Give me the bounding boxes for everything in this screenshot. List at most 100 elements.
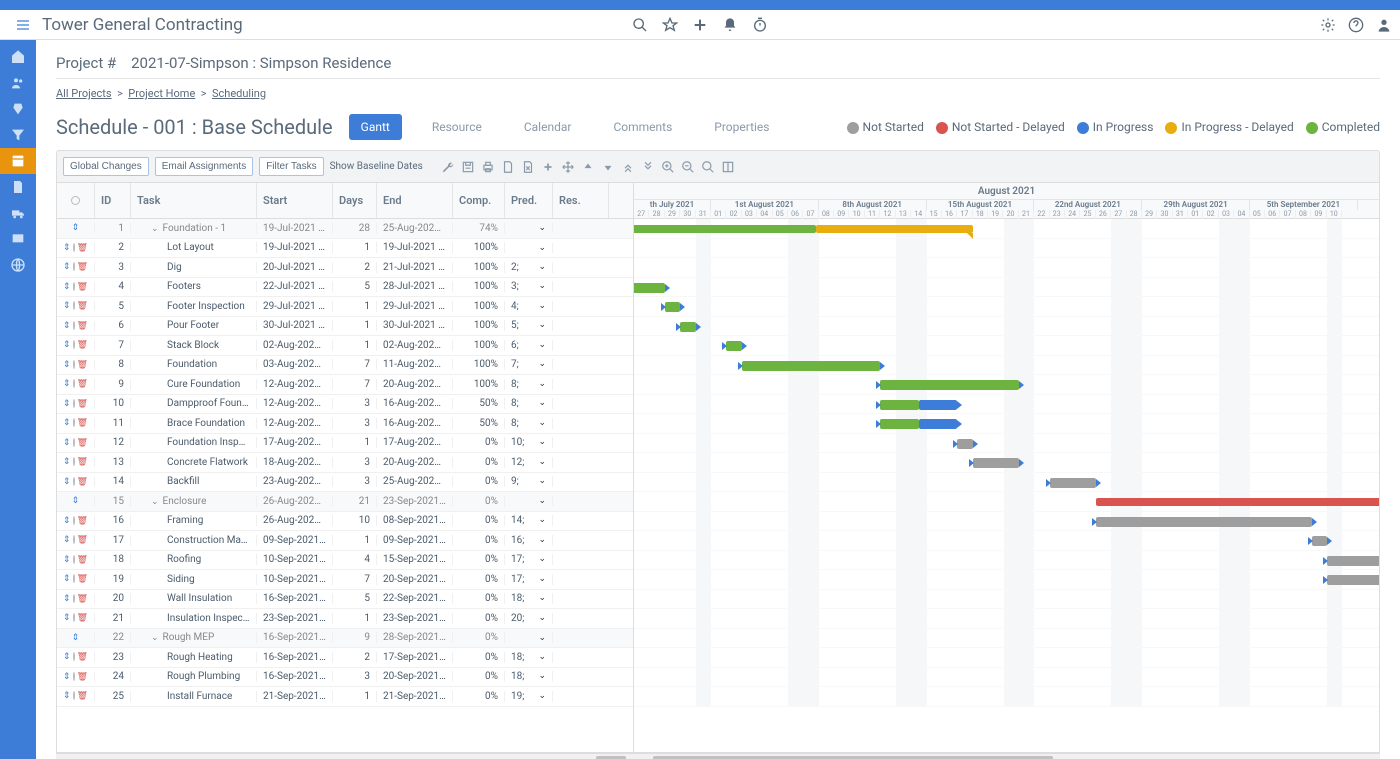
- cell-pred[interactable]: ⌄: [505, 496, 553, 506]
- menu-toggle-button[interactable]: [8, 10, 38, 40]
- chevron-down-icon[interactable]: ⌄: [538, 398, 546, 408]
- task-row[interactable]: ⇕🗑10Dampproof Foundation12-Aug-2021 📅316…: [57, 395, 633, 415]
- cell-comp[interactable]: 100%: [453, 320, 505, 331]
- zoom-in-icon[interactable]: [661, 160, 675, 174]
- calendar-icon[interactable]: 📅: [444, 575, 453, 585]
- cell-days[interactable]: 7: [333, 574, 377, 585]
- global-changes-button[interactable]: Global Changes: [63, 157, 149, 176]
- delete-icon[interactable]: 🗑: [77, 672, 88, 682]
- cell-comp[interactable]: 0%: [453, 574, 505, 585]
- cell-end[interactable]: 20-Aug-2021 📅: [377, 457, 453, 468]
- calendar-icon[interactable]: 📅: [440, 243, 451, 253]
- cell-task[interactable]: Insulation Inspection: [131, 613, 257, 624]
- cell-task[interactable]: Construction Manager ...: [131, 535, 257, 546]
- chevron-down-icon[interactable]: ⌄: [538, 671, 546, 681]
- col-end[interactable]: End: [377, 183, 453, 218]
- col-id[interactable]: ID: [95, 183, 131, 218]
- gantt-bar[interactable]: [919, 400, 958, 410]
- cell-start[interactable]: 12-Aug-2021 📅: [257, 398, 333, 409]
- sidebar-item-doc[interactable]: [0, 174, 36, 200]
- delete-icon[interactable]: 🗑: [77, 652, 88, 662]
- task-row[interactable]: ⇕22⌄Rough MEP16-Sep-2021 📅928-Sep-2021 📅…: [57, 629, 633, 649]
- calendar-icon[interactable]: 📅: [440, 263, 451, 273]
- select-radio[interactable]: [73, 535, 75, 544]
- cell-task[interactable]: Framing: [131, 515, 257, 526]
- chevron-down-icon[interactable]: ⌄: [538, 379, 546, 389]
- delete-icon[interactable]: 🗑: [77, 418, 88, 428]
- delete-icon[interactable]: 🗑: [77, 360, 88, 370]
- cell-end[interactable]: 16-Aug-2021 📅: [377, 398, 453, 409]
- cell-pred[interactable]: 17; ⌄: [505, 554, 553, 565]
- reorder-icon[interactable]: ⇕: [72, 633, 80, 643]
- cell-end[interactable]: 17-Aug-2021 📅: [377, 437, 453, 448]
- cell-task[interactable]: Install Furnace: [131, 691, 257, 702]
- chevron-down-icon[interactable]: ⌄: [538, 340, 546, 350]
- cell-end[interactable]: 21-Sep-2021 📅: [377, 691, 453, 702]
- cell-end[interactable]: 25-Aug-2021 📅: [377, 476, 453, 487]
- col-pred[interactable]: Pred.: [505, 183, 553, 218]
- timer-icon[interactable]: [752, 17, 768, 33]
- task-row[interactable]: ⇕🗑9Cure Foundation12-Aug-2021 📅720-Aug-2…: [57, 375, 633, 395]
- cell-start[interactable]: 17-Aug-2021 📅: [257, 437, 333, 448]
- reorder-icon[interactable]: ⇕: [63, 418, 71, 428]
- cell-task[interactable]: Roofing: [131, 554, 257, 565]
- chevron-down-icon[interactable]: ⌄: [538, 574, 546, 584]
- cell-task[interactable]: ⌄Rough MEP: [131, 632, 257, 643]
- cell-end[interactable]: 20-Sep-2021 📅: [377, 574, 453, 585]
- down-icon[interactable]: [601, 160, 615, 174]
- cell-pred[interactable]: 18; ⌄: [505, 593, 553, 604]
- delete-icon[interactable]: 🗑: [77, 516, 88, 526]
- calendar-icon[interactable]: 📅: [320, 321, 331, 331]
- task-row[interactable]: ⇕🗑18Roofing10-Sep-2021 📅415-Sep-2021 📅0%…: [57, 551, 633, 571]
- delete-icon[interactable]: 🗑: [77, 399, 88, 409]
- cell-pred[interactable]: 8; ⌄: [505, 398, 553, 409]
- cell-comp[interactable]: 0%: [453, 671, 505, 682]
- cell-end[interactable]: 28-Sep-2021 📅: [377, 632, 453, 643]
- delete-icon[interactable]: 🗑: [77, 282, 88, 292]
- calendar-icon[interactable]: 📅: [324, 614, 333, 624]
- cell-start[interactable]: 21-Sep-2021 📅: [257, 691, 333, 702]
- cell-start[interactable]: 16-Sep-2021 📅: [257, 671, 333, 682]
- cell-end[interactable]: 29-Jul-2021 📅: [377, 301, 453, 312]
- delete-icon[interactable]: 🗑: [77, 691, 88, 701]
- cell-start[interactable]: 29-Jul-2021 📅: [257, 301, 333, 312]
- col-task[interactable]: Task: [131, 183, 257, 218]
- select-radio[interactable]: [73, 594, 75, 603]
- calendar-icon[interactable]: 📅: [444, 672, 453, 682]
- calendar-icon[interactable]: 📅: [324, 458, 333, 468]
- cell-end[interactable]: 09-Sep-2021 📅: [377, 535, 453, 546]
- cell-task[interactable]: Foundation Inspection: [131, 437, 257, 448]
- cell-days[interactable]: 3: [333, 418, 377, 429]
- calendar-icon[interactable]: 📅: [324, 341, 333, 351]
- cell-end[interactable]: 21-Jul-2021 📅: [377, 262, 453, 273]
- calendar-icon[interactable]: 📅: [444, 497, 453, 507]
- cell-comp[interactable]: 100%: [453, 340, 505, 351]
- breadcrumb-home[interactable]: Project Home: [128, 87, 195, 100]
- gantt-bar[interactable]: [742, 361, 881, 371]
- cell-end[interactable]: 23-Sep-2021 📅: [377, 613, 453, 624]
- cell-comp[interactable]: 100%: [453, 242, 505, 253]
- delete-icon[interactable]: 🗑: [77, 262, 88, 272]
- calendar-icon[interactable]: 📅: [324, 575, 333, 585]
- star-icon[interactable]: [662, 17, 678, 33]
- reorder-icon[interactable]: ⇕: [63, 555, 71, 565]
- cell-comp[interactable]: 100%: [453, 379, 505, 390]
- calendar-icon[interactable]: 📅: [324, 594, 333, 604]
- delete-icon[interactable]: 🗑: [77, 379, 88, 389]
- cell-task[interactable]: Stack Block: [131, 340, 257, 351]
- collapse-icon[interactable]: ⌄: [151, 497, 159, 507]
- select-radio[interactable]: [73, 672, 75, 681]
- reorder-icon[interactable]: ⇕: [72, 223, 80, 233]
- cell-comp[interactable]: 50%: [453, 398, 505, 409]
- cell-days[interactable]: 9: [333, 632, 377, 643]
- sidebar-item-globe[interactable]: [0, 252, 36, 278]
- chevron-down-icon[interactable]: ⌄: [538, 691, 546, 701]
- task-row[interactable]: ⇕🗑14Backfill23-Aug-2021 📅325-Aug-2021 📅0…: [57, 473, 633, 493]
- cell-pred[interactable]: 5; ⌄: [505, 320, 553, 331]
- gantt-bar[interactable]: [957, 439, 972, 449]
- cell-pred[interactable]: 4; ⌄: [505, 301, 553, 312]
- cell-end[interactable]: 22-Sep-2021 📅: [377, 593, 453, 604]
- task-row[interactable]: ⇕🗑16Framing26-Aug-2021 📅1008-Sep-2021 📅0…: [57, 512, 633, 532]
- sidebar-item-money[interactable]: [0, 96, 36, 122]
- cell-days[interactable]: 10: [333, 515, 377, 526]
